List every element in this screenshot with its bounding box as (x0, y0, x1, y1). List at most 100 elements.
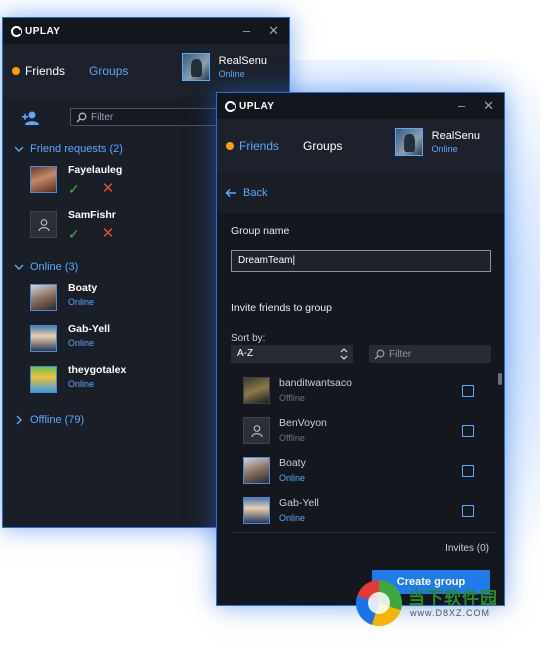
filter-placeholder: Filter (91, 111, 114, 123)
friend-name: Fayelauleg (68, 164, 123, 176)
online-dot-icon (12, 67, 20, 75)
invite-checkbox[interactable] (462, 465, 474, 477)
invite-checkbox[interactable] (462, 425, 474, 437)
list-item[interactable]: BenVoyon Offline (231, 412, 496, 452)
invite-filter-input[interactable]: Filter (369, 345, 491, 363)
chevron-right-icon (16, 415, 22, 425)
user-status: Online (431, 144, 458, 154)
avatar (30, 366, 57, 393)
tab-groups-label: Groups (303, 139, 343, 153)
tab-friends-label: Friends (239, 139, 280, 153)
friend-status: Online (68, 297, 95, 307)
friend-name: Boaty (279, 457, 306, 469)
group-form: Group name DreamTeam| Invite friends to … (217, 213, 504, 605)
online-dot-icon (226, 142, 234, 150)
minimize-button[interactable]: – (243, 24, 250, 37)
list-item[interactable]: banditwantsaco Offline (231, 372, 496, 412)
user-avatar (394, 128, 423, 156)
chevron-down-icon (14, 146, 24, 152)
friend-name: theygotalex (68, 364, 127, 376)
back-label: Back (243, 187, 268, 199)
title-bar: UPLAY – ✕ (3, 18, 289, 44)
sort-label: Sort by: (231, 333, 266, 344)
invite-checkbox[interactable] (462, 505, 474, 517)
create-group-window: UPLAY – ✕ Friends Groups RealSenu Online… (216, 92, 505, 606)
arrow-left-icon (225, 188, 236, 198)
avatar (243, 377, 270, 404)
current-user[interactable]: RealSenu Online (394, 128, 480, 156)
search-icon (374, 349, 385, 360)
close-button[interactable]: ✕ (268, 24, 279, 37)
user-silhouette-icon (250, 424, 263, 437)
title-bar: UPLAY – ✕ (217, 93, 504, 119)
tab-friends[interactable]: Friends (226, 139, 279, 153)
list-item[interactable]: Boaty Online (231, 452, 496, 492)
user-avatar (181, 53, 210, 81)
avatar (243, 417, 270, 444)
avatar (30, 284, 57, 311)
friend-name: Boaty (68, 282, 98, 294)
uplay-logo-icon (225, 100, 236, 112)
friends-header: Friends Groups RealSenu Online (3, 44, 289, 98)
friend-status: Offline (279, 393, 305, 403)
tab-friends[interactable]: Friends (12, 64, 65, 78)
invite-label: Invite friends to group (231, 302, 332, 314)
group-name-value: DreamTeam (238, 255, 293, 266)
updown-chevron-icon (340, 348, 348, 360)
tab-groups[interactable]: Groups (89, 64, 128, 78)
watermark-url: www.D8XZ.COM (410, 608, 491, 618)
watermark: 当下软件园 www.D8XZ.COM (356, 578, 526, 630)
friend-name: Gab-Yell (68, 323, 111, 335)
brand-text: UPLAY (239, 100, 275, 112)
invite-list: banditwantsaco Offline BenVoyon Offline (231, 372, 496, 533)
avatar (243, 457, 270, 484)
brand-text: UPLAY (25, 25, 61, 37)
decline-x-icon[interactable]: ✕ (102, 226, 115, 241)
filter-placeholder: Filter (389, 348, 412, 360)
invites-count: Invites (0) (445, 543, 489, 554)
minimize-button[interactable]: – (458, 99, 465, 112)
chevron-down-icon (14, 264, 24, 270)
add-friend-icon[interactable] (21, 110, 41, 126)
back-button[interactable]: Back (217, 173, 504, 213)
offline-title: Offline (79) (30, 414, 85, 426)
tab-groups-label: Groups (89, 64, 129, 78)
current-user[interactable]: RealSenu Online (181, 53, 267, 81)
user-silhouette-icon (37, 218, 50, 231)
avatar (243, 497, 270, 524)
online-title: Online (3) (30, 261, 79, 273)
accept-check-icon[interactable]: ✓ (68, 227, 80, 241)
tab-groups[interactable]: Groups (303, 139, 342, 153)
group-header: Friends Groups RealSenu Online (217, 119, 504, 173)
uplay-logo: UPLAY (225, 100, 275, 112)
user-name: RealSenu (218, 55, 267, 67)
friend-status: Online (279, 473, 306, 483)
invite-checkbox[interactable] (462, 385, 474, 397)
list-item[interactable]: Gab-Yell Online (231, 492, 496, 532)
divider (231, 532, 496, 533)
friend-status: Online (279, 513, 306, 523)
friend-status: Offline (279, 433, 305, 443)
accept-check-icon[interactable]: ✓ (68, 182, 80, 196)
tab-friends-label: Friends (25, 64, 66, 78)
friend-name: Gab-Yell (279, 497, 319, 509)
avatar (30, 211, 57, 238)
friend-status: Online (68, 379, 95, 389)
friend-requests-title: Friend requests (2) (30, 143, 123, 155)
avatar (30, 166, 57, 193)
uplay-logo-icon (11, 25, 22, 37)
friend-status: Online (68, 338, 95, 348)
sort-select[interactable]: A-Z (231, 345, 353, 363)
group-name-label: Group name (231, 225, 290, 237)
watermark-logo-icon (356, 580, 402, 626)
avatar (30, 325, 57, 352)
search-icon (76, 112, 87, 123)
scrollbar[interactable] (498, 373, 502, 385)
uplay-logo: UPLAY (11, 25, 61, 37)
close-button[interactable]: ✕ (483, 99, 494, 112)
watermark-text: 当下软件园 (408, 589, 498, 608)
group-name-input[interactable]: DreamTeam| (231, 250, 491, 272)
user-name: RealSenu (431, 130, 480, 142)
user-status: Online (218, 69, 245, 79)
decline-x-icon[interactable]: ✕ (102, 181, 115, 196)
